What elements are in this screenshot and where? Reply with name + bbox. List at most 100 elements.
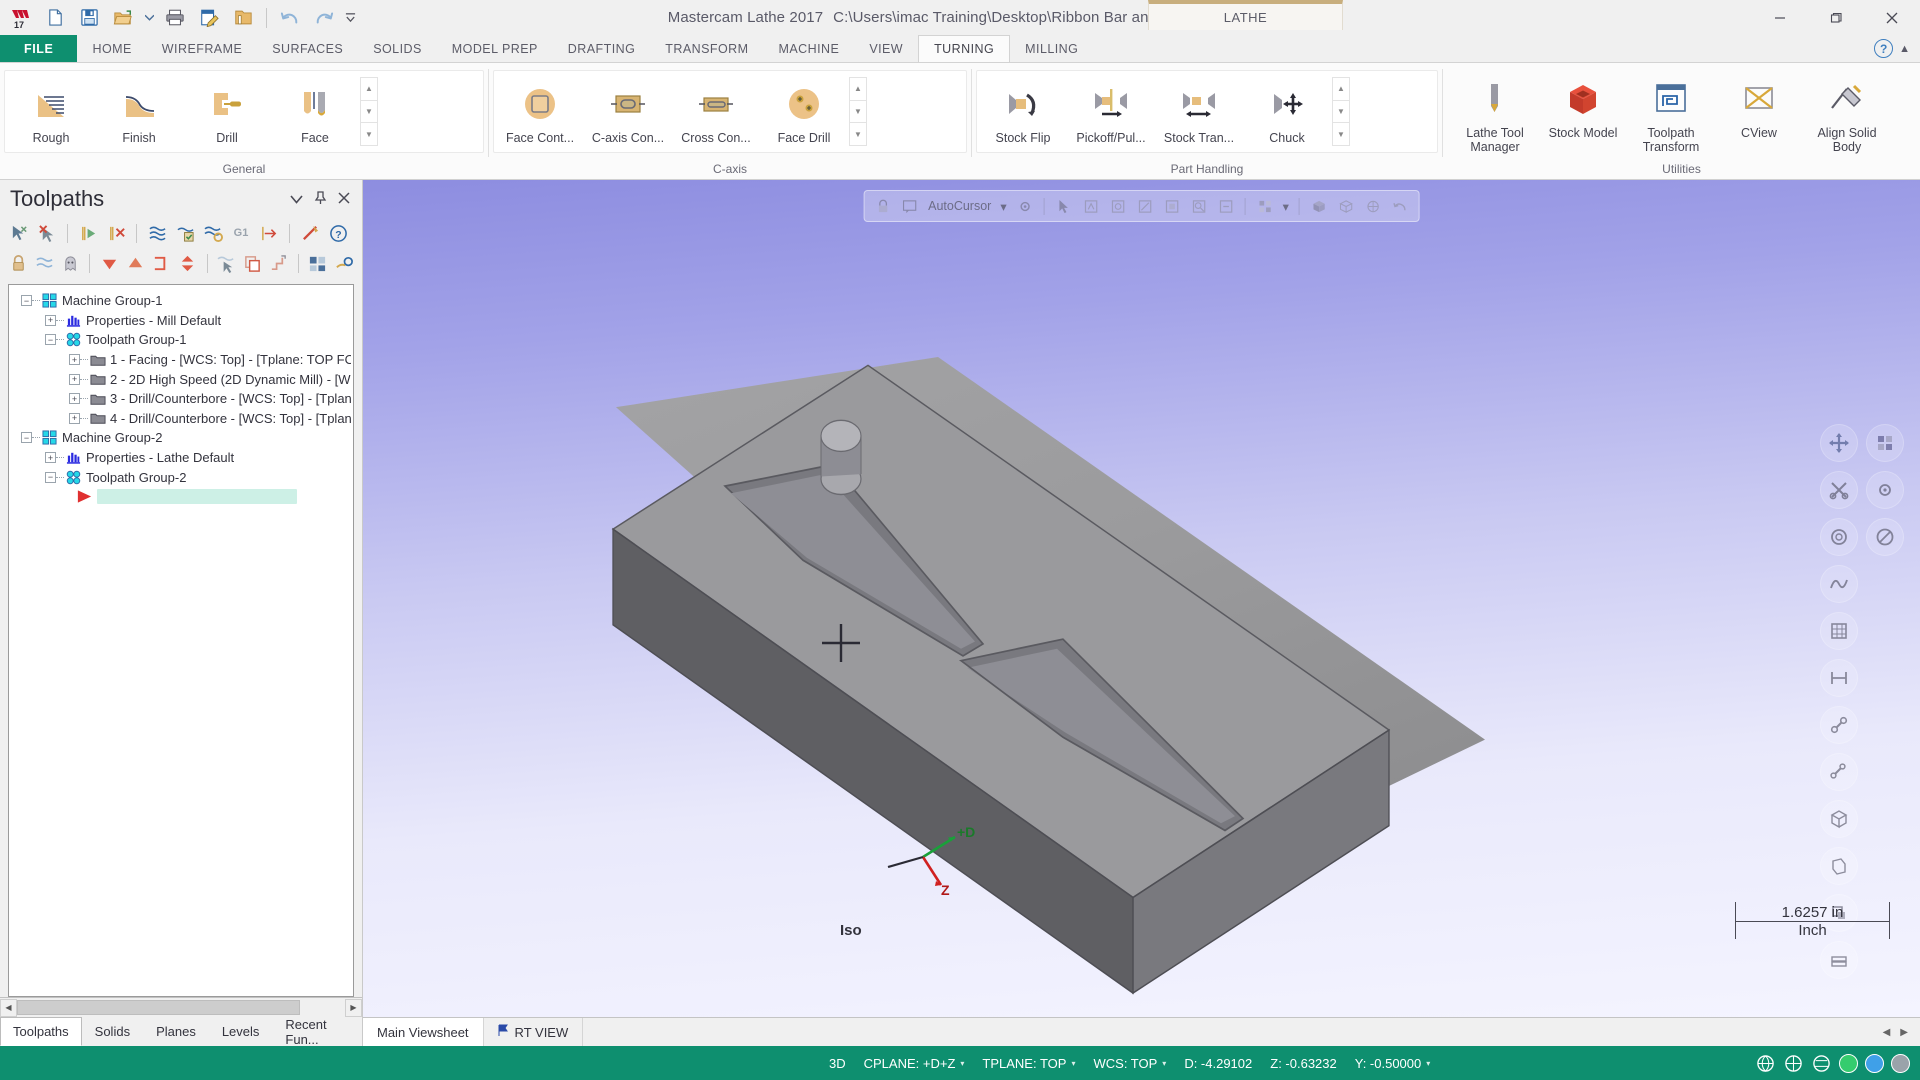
tree-item-3-drill-counterbore[interactable]: + 3 - Drill/Counterbore - [WCS: Top] - [… xyxy=(15,389,351,409)
wave-tool-icon[interactable] xyxy=(1820,565,1858,603)
redo-icon[interactable] xyxy=(309,3,339,33)
cross-contour-button[interactable]: Cross Con... xyxy=(672,75,760,148)
grid-view-icon[interactable] xyxy=(1866,424,1904,462)
tree-item-properties-lathe[interactable]: + Properties - Lathe Default xyxy=(15,448,351,468)
face-button[interactable]: Face xyxy=(271,75,359,148)
tree-expander[interactable]: + xyxy=(45,314,56,326)
copy-icon[interactable] xyxy=(241,250,265,276)
globe2-icon[interactable] xyxy=(1783,1053,1804,1074)
move-tool-icon[interactable] xyxy=(1820,424,1858,462)
tree-item-1-facing[interactable]: + 1 - Facing - [WCS: Top] - [Tplane: TOP… xyxy=(15,350,351,370)
gray-dot[interactable] xyxy=(1891,1053,1910,1073)
status-wcs[interactable]: WCS: TOP ▾ xyxy=(1084,1056,1175,1071)
scroll-right-arrow[interactable]: ▶ xyxy=(345,998,362,1017)
minimize-button[interactable] xyxy=(1752,0,1808,35)
stock-transfer-button[interactable]: Stock Tran... xyxy=(1155,75,1243,148)
graphics-viewport[interactable]: AutoCursor ▾ ▾ +D Z Iso 1.6257 in Inch xyxy=(363,180,1920,1017)
restore-button[interactable] xyxy=(1808,0,1864,35)
scroll-up-icon[interactable]: ▲ xyxy=(850,78,866,101)
panel-tab-recent-functions[interactable]: Recent Fun... xyxy=(272,1017,362,1047)
toolpath-transform-button[interactable]: Toolpath Transform xyxy=(1627,70,1715,157)
cview-button[interactable]: CView xyxy=(1715,70,1803,143)
panel-tab-levels[interactable]: Levels xyxy=(209,1017,273,1046)
pickoff-pull-button[interactable]: Pickoff/Pul... xyxy=(1067,75,1155,148)
gear-view-icon[interactable] xyxy=(1866,471,1904,509)
scroll-left-arrow[interactable]: ◀ xyxy=(0,998,17,1017)
face-drill-button[interactable]: Face Drill xyxy=(760,75,848,148)
simulate-icon[interactable] xyxy=(200,220,226,246)
chuck-button[interactable]: Chuck xyxy=(1243,75,1331,148)
tab-drafting[interactable]: DRAFTING xyxy=(553,35,651,62)
tree-item-machine-group-2[interactable]: − Machine Group-2 xyxy=(15,428,351,448)
folder-list-icon[interactable] xyxy=(228,3,258,33)
tree-horizontal-scrollbar[interactable]: ◀ ▶ xyxy=(0,997,362,1017)
status-coord-caret[interactable]: ▾ xyxy=(1426,1059,1430,1068)
scroll-track[interactable] xyxy=(17,998,345,1017)
status-wcs-caret[interactable]: ▾ xyxy=(1162,1059,1166,1068)
panel-close-icon[interactable] xyxy=(338,192,350,206)
tree-item-properties-mill[interactable]: + Properties - Mill Default xyxy=(15,311,351,331)
tab-transform[interactable]: TRANSFORM xyxy=(650,35,763,62)
tree-expander[interactable]: + xyxy=(69,373,80,385)
grid-tool-icon[interactable] xyxy=(1820,612,1858,650)
scroll-down-icon[interactable]: ▼ xyxy=(850,101,866,124)
tab-model-prep[interactable]: MODEL PREP xyxy=(437,35,553,62)
c-axis-contour-button[interactable]: C-axis Con... xyxy=(584,75,672,148)
tab-surfaces[interactable]: SURFACES xyxy=(257,35,358,62)
scroll-up-icon[interactable]: ▲ xyxy=(1333,78,1349,101)
scroll-thumb[interactable] xyxy=(17,999,300,1015)
ring-tool-icon[interactable] xyxy=(1820,518,1858,556)
panel-tab-solids[interactable]: Solids xyxy=(82,1017,143,1046)
tab-milling[interactable]: MILLING xyxy=(1010,35,1093,62)
undo-icon[interactable] xyxy=(275,3,305,33)
lock-icon[interactable] xyxy=(6,250,30,276)
viewsheet-nav-right[interactable]: ▶ xyxy=(1900,1027,1908,1038)
panel-tab-planes[interactable]: Planes xyxy=(143,1017,209,1046)
tree-expander[interactable]: + xyxy=(69,393,80,405)
caxis-scroller[interactable]: ▲ ▼ ▼ xyxy=(849,77,867,146)
stock-model-button[interactable]: Stock Model xyxy=(1539,70,1627,143)
backplot-icon[interactable] xyxy=(144,220,170,246)
tab-view[interactable]: VIEW xyxy=(854,35,918,62)
viewsheet-nav-left[interactable]: ◀ xyxy=(1883,1027,1891,1038)
new-file-icon[interactable] xyxy=(40,3,70,33)
viewsheet-tab-rt-view[interactable]: RT VIEW xyxy=(484,1018,584,1046)
cut-tool-icon[interactable] xyxy=(1820,471,1858,509)
scroll-down-icon[interactable]: ▼ xyxy=(1333,101,1349,124)
part-3d-model[interactable] xyxy=(363,180,1920,1017)
g1-post-icon[interactable]: G1 xyxy=(228,220,254,246)
move-down-icon[interactable] xyxy=(97,250,121,276)
stack-tool-icon[interactable] xyxy=(1820,941,1858,979)
tab-home[interactable]: HOME xyxy=(77,35,146,62)
span-tool-icon[interactable] xyxy=(1820,659,1858,697)
tree-expander[interactable]: − xyxy=(45,334,56,346)
edit-note-icon[interactable] xyxy=(194,3,224,33)
tree-item-insert-point[interactable] xyxy=(15,487,351,507)
tree-expander[interactable]: + xyxy=(45,452,56,464)
chain-tool-icon[interactable] xyxy=(1820,753,1858,791)
tab-turning[interactable]: TURNING xyxy=(918,35,1011,63)
help-icon[interactable]: ? xyxy=(1874,39,1894,58)
align-solid-body-button[interactable]: Align Solid Body xyxy=(1803,70,1891,157)
status-tplane-caret[interactable]: ▾ xyxy=(1071,1059,1075,1068)
stock-flip-button[interactable]: Stock Flip xyxy=(979,75,1067,148)
status-cplane-caret[interactable]: ▾ xyxy=(960,1059,964,1068)
tree-item-2-2d-high-speed[interactable]: + 2 - 2D High Speed (2D Dynamic Mill) - … xyxy=(15,369,351,389)
tab-file[interactable]: FILE xyxy=(0,35,78,62)
move-up-icon[interactable] xyxy=(123,250,147,276)
cube-tool-icon[interactable] xyxy=(1820,800,1858,838)
panel-dropdown-icon[interactable] xyxy=(290,193,303,206)
rough-button[interactable]: Rough xyxy=(7,75,95,148)
tree-expander[interactable]: − xyxy=(21,432,32,444)
tree-expander[interactable]: − xyxy=(21,295,32,307)
tab-machine[interactable]: MACHINE xyxy=(764,35,855,62)
tree-item-4-drill-counterbore[interactable]: + 4 - Drill/Counterbore - [WCS: Top] - [… xyxy=(15,409,351,429)
no-entry-icon[interactable] xyxy=(1866,518,1904,556)
drill-button[interactable]: Drill xyxy=(183,75,271,148)
green-dot[interactable] xyxy=(1839,1053,1858,1073)
scroll-up-icon[interactable]: ▲ xyxy=(361,78,377,101)
tab-solids[interactable]: SOLIDS xyxy=(358,35,437,62)
open-folder-icon[interactable] xyxy=(108,3,138,33)
settings-icon[interactable] xyxy=(332,250,356,276)
globe3-icon[interactable] xyxy=(1811,1053,1832,1074)
